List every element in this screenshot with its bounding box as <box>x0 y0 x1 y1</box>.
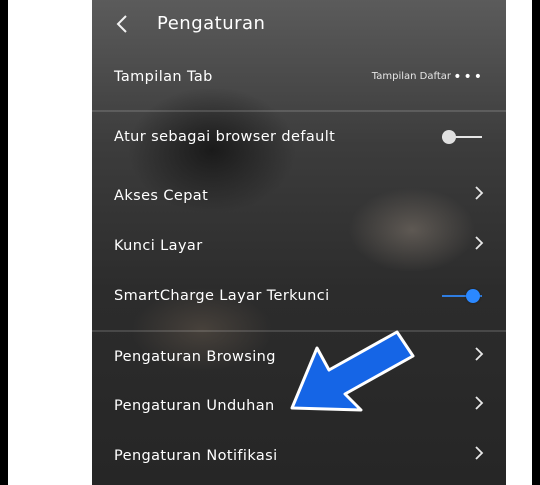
settings-item-screen-lock[interactable]: Kunci Layar <box>92 221 506 271</box>
chevron-right-icon <box>474 332 484 382</box>
settings-item-quick-access[interactable]: Akses Cepat <box>92 171 506 221</box>
settings-item-label: SmartCharge Layar Terkunci <box>114 288 330 304</box>
smartcharge-toggle[interactable] <box>440 286 484 306</box>
chevron-right-icon <box>474 381 484 431</box>
toggle-knob <box>442 130 456 144</box>
settings-item-label: Kunci Layar <box>114 238 203 254</box>
settings-item-label: Pengaturan Notifikasi <box>114 448 278 464</box>
settings-item-label: Pengaturan Browsing <box>114 349 276 365</box>
settings-item-notification[interactable]: Pengaturan Notifikasi <box>92 431 506 481</box>
default-browser-toggle[interactable] <box>440 127 484 147</box>
settings-item-label: Tampilan Tab <box>114 69 213 85</box>
frame-border-right <box>532 0 540 485</box>
settings-screen: Pengaturan Tampilan Tab Tampilan Daftar … <box>92 0 506 485</box>
toggle-knob <box>466 289 480 303</box>
app-header: Pengaturan <box>92 0 506 48</box>
settings-item-label: Akses Cepat <box>114 188 209 204</box>
settings-item-default-browser[interactable]: Atur sebagai browser default <box>92 110 506 162</box>
settings-item-tab-view[interactable]: Tampilan Tab Tampilan Daftar ••• <box>92 52 506 102</box>
page-title: Pengaturan <box>157 13 266 34</box>
settings-item-smartcharge[interactable]: SmartCharge Layar Terkunci <box>92 271 506 321</box>
chevron-right-icon <box>474 171 484 221</box>
settings-item-label: Atur sebagai browser default <box>114 129 336 145</box>
chevron-right-icon <box>474 221 484 271</box>
settings-item-value: Tampilan Daftar <box>371 71 451 82</box>
pointer-arrow-icon <box>290 330 415 412</box>
chevron-left-icon[interactable] <box>114 10 138 38</box>
chevron-right-icon <box>474 431 484 481</box>
more-horizontal-icon[interactable]: ••• <box>453 52 484 102</box>
settings-item-label: Pengaturan Unduhan <box>114 398 275 414</box>
frame-border-left <box>0 0 8 485</box>
